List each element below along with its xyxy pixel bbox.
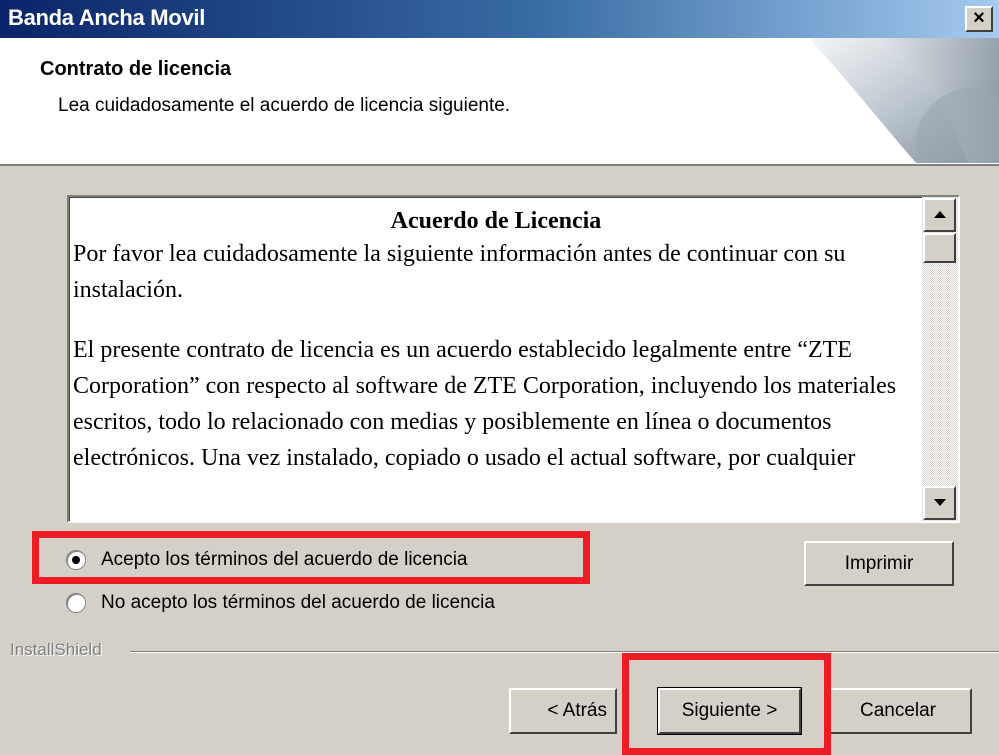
cancel-button[interactable]: Cancelar [824, 688, 972, 734]
next-highlight-box [622, 653, 831, 755]
back-button[interactable]: < Atrás [509, 688, 617, 734]
close-icon: × [973, 7, 985, 29]
license-text-area[interactable]: Acuerdo de Licencia Por favor lea cuidad… [67, 195, 960, 523]
decline-label: No acepto los términos del acuerdo de li… [101, 592, 495, 613]
decline-radio[interactable] [67, 594, 85, 612]
title-bar: Banda Ancha Movil × [0, 0, 999, 38]
license-paragraph: Por favor lea cuidadosamente la siguient… [73, 241, 846, 303]
page-subtitle: Lea cuidadosamente el acuerdo de licenci… [58, 95, 511, 116]
license-heading: Acuerdo de Licencia [390, 208, 602, 234]
close-button[interactable]: × [965, 6, 993, 32]
scroll-up-button[interactable] [923, 198, 956, 232]
arrow-up-icon [933, 211, 946, 218]
vertical-scrollbar[interactable] [922, 197, 958, 521]
print-button[interactable]: Imprimir [804, 541, 954, 586]
accept-highlight-box [32, 531, 590, 584]
scroll-thumb[interactable] [923, 233, 956, 263]
footer-divider [130, 651, 999, 653]
license-paragraph: El presente contrato de licencia es un a… [73, 337, 897, 471]
window-title: Banda Ancha Movil [8, 5, 206, 30]
arrow-down-icon [933, 499, 946, 506]
page-curl-graphic [809, 38, 999, 164]
header-panel: Contrato de licencia Lea cuidadosamente … [0, 38, 999, 166]
decline-radio-option[interactable]: No acepto los términos del acuerdo de li… [67, 589, 495, 617]
installshield-brand: InstallShield [10, 640, 108, 660]
scroll-down-button[interactable] [923, 486, 956, 520]
license-content: Acuerdo de Licencia Por favor lea cuidad… [69, 197, 922, 521]
page-title: Contrato de licencia [40, 58, 232, 80]
